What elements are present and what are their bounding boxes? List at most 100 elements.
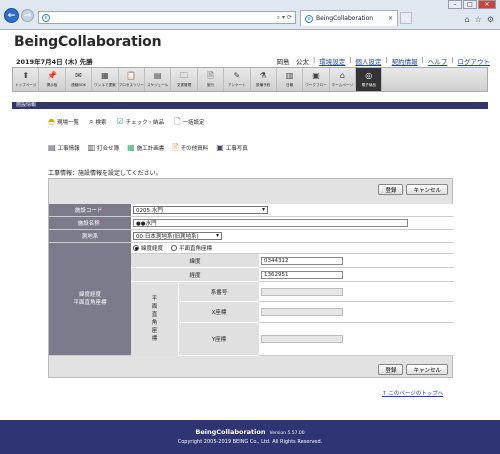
favorites-star-icon[interactable]: ☆ [475, 15, 482, 24]
env-settings-link[interactable]: 環境設定 [319, 56, 345, 66]
tab-close-icon[interactable]: ✕ [388, 15, 393, 22]
toolbar-homepage[interactable]: ⌂ ホームページ [330, 68, 357, 91]
home-icon[interactable]: ⌂ [465, 15, 470, 24]
bulk-settings-link[interactable]: 🗋 一括設定 [174, 117, 204, 127]
y-coordinate-input [261, 335, 343, 343]
toolbar-schedule[interactable]: ▤ スケジュール [145, 68, 172, 91]
maximize-button[interactable]: □ [463, 0, 477, 9]
facility-code-label: 施設コード * [49, 204, 131, 217]
user-name: 岡島 公太 [276, 58, 309, 66]
folder-icon: 🗀 [180, 71, 189, 80]
film-icon: ▦ [101, 71, 109, 80]
close-window-button[interactable]: ✕ [478, 0, 496, 9]
search-link[interactable]: ⌕ 検索 [89, 117, 107, 127]
toolbar-contact-box[interactable]: ✉ 連絡BOX [66, 68, 93, 91]
date-display: 2019年7月4日 (木) 先勝 [16, 58, 93, 66]
address-bar[interactable]: e ⌕ ▾ ⟳ [38, 11, 296, 24]
photo-icon: ▣ [216, 143, 224, 152]
save-button[interactable]: 登録 [378, 184, 404, 195]
home-icon: ⌂ [339, 71, 345, 80]
cancel-button-bottom[interactable]: キャンセル [406, 364, 448, 375]
up-arrow-icon: ⬆ [22, 71, 30, 80]
facility-code-select[interactable]: 0205:水門 [133, 206, 268, 214]
check-icon: ☑ [116, 117, 124, 126]
notebook-icon: ▥ [87, 143, 96, 152]
toolbar-daily-report[interactable]: ▥ 日報 [277, 68, 304, 91]
footer: BeingCollaboration Version 5.57.00 Copyri… [0, 420, 500, 454]
coordinate-type-radios: 緯度経度 平面直角座標 [133, 244, 212, 252]
settings-gear-icon[interactable]: ⚙ [487, 15, 494, 24]
form-grid: 施設コード* 0205:水門 施設名称* ●●水門 測地系 00:日本測地系(旧… [49, 204, 454, 356]
facility-name-label: 施設名称 * [49, 217, 131, 230]
toolbar-top-page[interactable]: ⬆ トップページ [13, 68, 40, 91]
system-number-input [261, 287, 343, 296]
radio-plane[interactable]: 平面直角座標 [171, 244, 212, 252]
cancel-button[interactable]: キャンセル [406, 184, 448, 195]
window-controls: – □ ✕ [448, 0, 496, 9]
facility-form: 登録 キャンセル 施設コード* 0205:水門 施設名称* ●●水門 測地系 0… [48, 178, 454, 378]
subnav-secondary: ▤ 工事情報 ▥ 打合せ簿 ▦ 施工計画書 🗎 その他資料 ▣ 工事写真 [48, 143, 248, 153]
toolbar-process-tree[interactable]: 📋 プロセスツリー [119, 68, 145, 91]
toolbar-documents[interactable]: 🗀 文書管理 [171, 68, 198, 91]
toolbar-survey[interactable]: ✎ アンケート [224, 68, 251, 91]
magnifier-icon: ⌕ [89, 117, 94, 126]
facility-name-input[interactable]: ●●水門 [133, 219, 408, 227]
page-top-link[interactable]: ↑ このページのトップへ [382, 389, 443, 397]
contract-info-link[interactable]: 契約情報 [392, 56, 418, 66]
latitude-label: 緯度 [131, 254, 259, 268]
construction-plan-link[interactable]: ▦ 施工計画書 [127, 144, 164, 153]
hardhat-icon: ◓ [48, 117, 55, 126]
cd-icon: ◎ [365, 71, 373, 80]
browser-tab[interactable]: e BeingCollaboration ✕ [300, 10, 398, 26]
subnav-primary: ◓ 現場一覧 ⌕ 検索 ☑ チェック・納品 🗋 一括設定 [48, 117, 205, 127]
geodetic-select[interactable]: 00:日本測地系(旧測地系) [133, 232, 222, 240]
projector-icon: ⚗ [259, 71, 267, 80]
report-icon: ▥ [285, 71, 294, 80]
back-button[interactable]: ← [4, 8, 19, 23]
forward-button[interactable]: → [21, 9, 34, 22]
footer-copyright: Copyright 2005-2019 BEING Co., Ltd. All … [177, 439, 323, 445]
user-nav: 岡島 公太 | 環境設定 | 個人設定 | 契約情報 | ヘルプ | ログアウト [276, 56, 490, 66]
calendar-icon: ▤ [153, 71, 162, 80]
latitude-input[interactable]: 0344312 [261, 256, 343, 265]
system-number-label: 系番号 [179, 282, 259, 302]
meeting-records-link[interactable]: ▥ 打合せ簿 [87, 143, 120, 153]
y-coordinate-label: Y座標 [179, 323, 259, 356]
section-header: 施設情報 [12, 102, 488, 109]
footer-app-name: BeingCollaboration [195, 428, 266, 436]
new-tab-button[interactable] [400, 12, 412, 24]
geodetic-label: 測地系 [49, 230, 131, 243]
bottom-button-row: 登録 キャンセル [378, 364, 448, 375]
browser-chrome: ← → e ⌕ ▾ ⟳ e BeingCollaboration ✕ – □ ✕… [0, 0, 500, 30]
longitude-input[interactable]: 1362951 [261, 270, 343, 279]
toolbar-construction[interactable]: 🗎 施行 [198, 68, 225, 91]
toolbar-workflow[interactable]: ▣ ワークフロー [303, 68, 330, 91]
work-info-link[interactable]: ▤ 工事情報 [48, 144, 80, 153]
help-link[interactable]: ヘルプ [428, 56, 448, 66]
pen-icon: ✎ [233, 71, 241, 80]
tab-favicon-icon: e [305, 14, 313, 23]
top-button-row: 登録 キャンセル [378, 184, 448, 195]
x-coordinate-input [261, 308, 343, 316]
app-logo[interactable]: BeingCollaboration [14, 34, 162, 50]
other-docs-link[interactable]: 🗎 その他資料 [172, 144, 208, 153]
work-photos-link[interactable]: ▣ 工事写真 [216, 143, 248, 153]
footer-version: Version 5.57.00 [269, 431, 305, 436]
page-icon: 🗋 [174, 117, 181, 126]
ie-icon: e [42, 13, 50, 22]
check-delivery-link[interactable]: ☑ チェック・納品 [116, 117, 165, 127]
tab-title: BeingCollaboration [316, 15, 374, 22]
section-title: 施設情報 [16, 102, 37, 108]
logout-link[interactable]: ログアウト [458, 56, 491, 66]
toolbar-e-delivery[interactable]: ◎ 電子納品 [356, 68, 383, 91]
address-controls-icon[interactable]: ⌕ ▾ ⟳ [277, 14, 292, 22]
toolbar-proposal[interactable]: ▦ ワンルで提案 [92, 68, 119, 91]
site-list-link[interactable]: ◓ 現場一覧 [48, 117, 79, 127]
save-button-bottom[interactable]: 登録 [378, 364, 404, 375]
personal-settings-link[interactable]: 個人設定 [355, 56, 381, 66]
toolbar-facility-booking[interactable]: ⚗ 設備予約 [251, 68, 277, 91]
radio-latlon[interactable]: 緯度経度 [133, 244, 163, 252]
document-icon: 🗎 [207, 71, 214, 80]
minimize-button[interactable]: – [448, 0, 462, 9]
toolbar-bulletin[interactable]: 📌 掲示板 [39, 68, 66, 91]
